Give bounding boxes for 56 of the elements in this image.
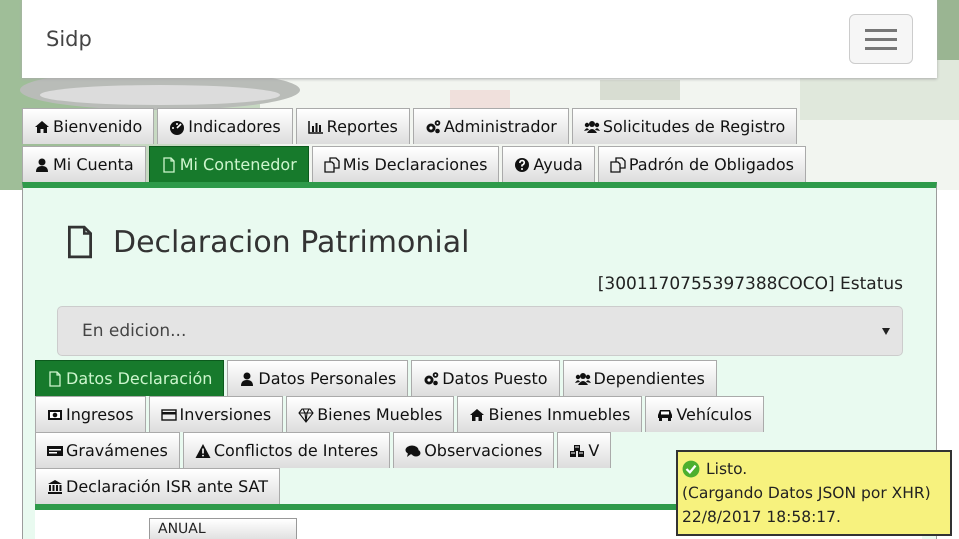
comments-icon: [405, 442, 422, 458]
home-icon: [469, 406, 486, 422]
section-tab[interactable]: Dependientes: [562, 360, 717, 396]
gears-icon: [423, 370, 440, 386]
question-icon: [514, 156, 530, 172]
section-tab[interactable]: Bienes Muebles: [286, 396, 454, 432]
section-tab[interactable]: Vehículos: [645, 396, 764, 432]
section-tab[interactable]: Datos Declaración: [35, 360, 224, 396]
section-tab[interactable]: Observaciones: [393, 432, 554, 468]
nav-tab[interactable]: Padrón de Obligados: [598, 146, 806, 182]
period-dropdown[interactable]: ANUAL: [149, 518, 297, 539]
user-icon: [239, 370, 256, 386]
home-icon: [34, 118, 50, 134]
tooltip-text: 22/8/2017 18:58:17.: [682, 507, 842, 528]
tooltip-text: Listo.: [706, 459, 748, 480]
file-icon: [47, 370, 63, 386]
status-label: [3001170755397388COCO] Estatus: [598, 274, 903, 294]
section-tab[interactable]: Datos Puesto: [411, 360, 560, 396]
user-icon: [34, 156, 50, 172]
cubes-icon: [569, 442, 586, 458]
nav-tab[interactable]: Reportes: [296, 108, 410, 144]
page-title: Declaracion Patrimonial: [113, 224, 470, 260]
users-icon: [574, 370, 591, 386]
nav-tab[interactable]: Mis Declaraciones: [312, 146, 500, 182]
status-dropdown[interactable]: En edicion...: [57, 306, 903, 356]
file-icon: [160, 156, 177, 172]
copy-icon: [324, 156, 340, 172]
nav-tab[interactable]: Ayuda: [502, 146, 595, 182]
nav-tab[interactable]: Solicitudes de Registro: [572, 108, 798, 144]
gears-icon: [424, 118, 441, 134]
nav-tab[interactable]: Indicadores: [157, 108, 293, 144]
section-tab[interactable]: Gravámenes: [35, 432, 180, 468]
section-tab[interactable]: Declaración ISR ante SAT: [35, 468, 280, 504]
section-tab[interactable]: Datos Personales: [227, 360, 408, 396]
users-icon: [584, 118, 600, 134]
nav-tab[interactable]: Mi Cuenta: [22, 146, 146, 182]
nav-tab[interactable]: Administrador: [412, 108, 569, 144]
caret-icon: [882, 328, 890, 334]
bank-icon: [47, 478, 63, 494]
section-tab[interactable]: Ingresos: [35, 396, 146, 432]
credit-card-icon: [160, 406, 177, 422]
diamond-icon: [298, 406, 314, 422]
brand-name[interactable]: Sidp: [46, 27, 92, 51]
section-tab[interactable]: Conflictos de Interes: [182, 432, 390, 468]
section-tab[interactable]: Inversiones: [148, 396, 284, 432]
gauge-icon: [169, 118, 186, 134]
tooltip-text: (Cargando Datos JSON por XHR): [682, 483, 932, 504]
menu-button[interactable]: [849, 14, 913, 64]
warning-icon: [194, 442, 211, 458]
nav-tab[interactable]: Bienvenido: [22, 108, 154, 144]
section-tab[interactable]: Bienes Inmuebles: [457, 396, 642, 432]
bar-chart-icon: [308, 118, 324, 134]
section-tab[interactable]: V: [557, 432, 612, 468]
nav-tab[interactable]: Mi Contenedor: [148, 146, 309, 182]
copy-icon: [610, 156, 626, 172]
check-icon: [682, 460, 700, 478]
